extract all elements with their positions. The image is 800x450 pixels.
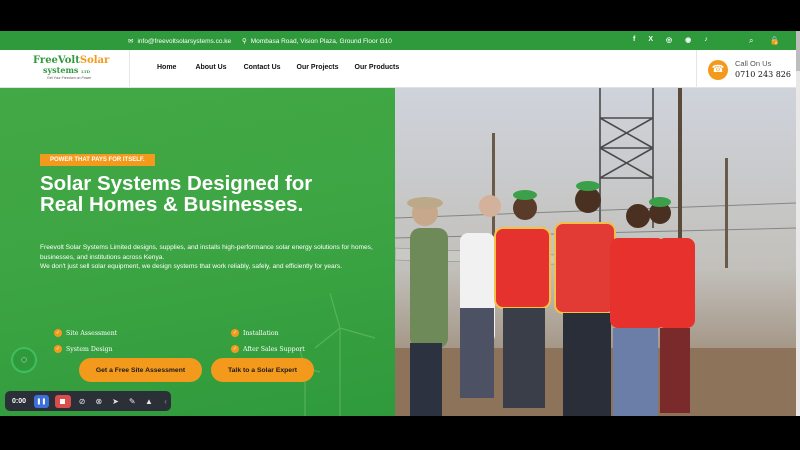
mic-off-icon[interactable]: ⊘	[77, 397, 88, 406]
team-photo-illustration	[395, 88, 796, 416]
hero-badge: POWER THAT PAYS FOR ITSELF.	[40, 154, 155, 166]
instagram-icon[interactable]: ◎	[666, 36, 672, 44]
hero-photo	[395, 88, 796, 416]
scrollbar-thumb[interactable]	[796, 31, 800, 71]
email-contact[interactable]: ✉ info@freevoltsolarsystems.co.ke	[128, 37, 232, 46]
feature-label: After Sales Support	[243, 345, 305, 353]
utility-icons: ⌕ 🔒0	[749, 36, 779, 46]
hero-title: Solar Systems Designed for Real Homes & …	[40, 172, 313, 216]
pen-tool-icon[interactable]: ✎	[127, 397, 138, 406]
call-block[interactable]: ☎ Call On Us 0710 243 826	[708, 59, 791, 80]
nav-our-products[interactable]: Our Products	[355, 64, 400, 71]
highlighter-icon[interactable]: ▲	[144, 397, 155, 406]
header-divider-right	[696, 50, 697, 88]
feature-label: Site Assessment	[66, 329, 118, 337]
check-icon: ✓	[54, 329, 62, 337]
site-header: FreeVoltSolar systems LTD Get Your Freed…	[0, 50, 796, 88]
page-scrollbar[interactable]	[796, 31, 800, 416]
browser-viewport: ✉ info@freevoltsolarsystems.co.ke ⚲ Momb…	[0, 31, 800, 416]
feature-label: System Design	[66, 345, 113, 353]
tiktok-icon[interactable]: ♪	[704, 36, 708, 44]
pause-button[interactable]: ❚❚	[33, 394, 50, 408]
chat-icon: ◌	[20, 354, 28, 366]
feature-site-assessment: ✓ Site Assessment	[54, 329, 117, 337]
talk-to-expert-button[interactable]: Talk to a Solar Expert	[211, 358, 314, 382]
nav-contact-us[interactable]: Contact Us	[244, 64, 281, 71]
logo-tagline: Get Your Freedom on Power	[47, 76, 92, 80]
nav-about-us[interactable]: About Us	[195, 64, 226, 71]
phone-icon: ☎	[708, 59, 728, 80]
cart-count-badge: 0	[773, 40, 779, 45]
chat-widget-button[interactable]: ◌	[11, 347, 37, 373]
hero-description-line1: Freevolt Solar Systems Limited designs, …	[40, 244, 373, 261]
hero-description: Freevolt Solar Systems Limited designs, …	[40, 243, 390, 272]
check-icon: ✓	[231, 329, 239, 337]
feature-installation: ✓ Installation	[231, 329, 279, 337]
mail-icon: ✉	[128, 38, 134, 45]
nav-home[interactable]: Home	[157, 64, 176, 71]
main-nav: Home About Us Contact Us Our Projects Ou…	[157, 64, 399, 71]
address-text: Mombasa Road, Vision Plaza, Ground Floor…	[250, 37, 392, 45]
header-divider	[129, 50, 130, 88]
logo-word-systems: systems	[43, 65, 79, 75]
cart-icon[interactable]: 🔒0	[769, 36, 779, 46]
recording-timer: 0:00	[12, 397, 27, 405]
email-text: info@freevoltsolarsystems.co.ke	[137, 37, 232, 45]
search-icon[interactable]: ⌕	[749, 36, 753, 46]
feature-system-design: ✓ System Design	[54, 345, 113, 353]
wind-turbine-graphic	[299, 292, 376, 416]
call-label: Call On Us	[735, 59, 772, 68]
call-phone: 0710 243 826	[735, 70, 791, 79]
address-contact: ⚲ Mombasa Road, Vision Plaza, Ground Flo…	[242, 37, 392, 46]
check-icon: ✓	[54, 345, 62, 353]
feature-label: Installation	[243, 329, 279, 337]
cursor-tool-icon[interactable]: ➤	[110, 397, 121, 406]
whatsapp-icon[interactable]: ◉	[685, 36, 691, 44]
social-links: f X ◎ ◉ ♪	[633, 36, 708, 44]
camera-off-icon[interactable]: ⊗	[93, 397, 104, 406]
x-twitter-icon[interactable]: X	[648, 36, 653, 44]
top-bar: ✉ info@freevoltsolarsystems.co.ke ⚲ Momb…	[0, 31, 796, 50]
logo-word-ltd: LTD	[81, 69, 91, 74]
stop-button[interactable]	[55, 394, 71, 408]
nav-our-projects[interactable]: Our Projects	[297, 64, 339, 71]
hero-description-line2: We don't just sell solar equipment, we d…	[40, 263, 343, 270]
feature-after-sales-support: ✓ After Sales Support	[231, 345, 305, 353]
location-pin-icon: ⚲	[242, 38, 247, 45]
check-icon: ✓	[231, 345, 239, 353]
free-site-assessment-button[interactable]: Get a Free Site Assessment	[79, 358, 202, 382]
screen-recorder-toolbar: 0:00 ❚❚ ⊘ ⊗ ➤ ✎ ▲ ‹	[5, 391, 171, 411]
hero-section: POWER THAT PAYS FOR ITSELF. Solar System…	[0, 88, 395, 416]
facebook-icon[interactable]: f	[633, 36, 635, 44]
logo-word-solar: Solar	[79, 55, 110, 66]
collapse-chevron-icon[interactable]: ‹	[160, 397, 171, 406]
brand-logo[interactable]: FreeVoltSolar systems LTD Get Your Freed…	[33, 56, 109, 82]
